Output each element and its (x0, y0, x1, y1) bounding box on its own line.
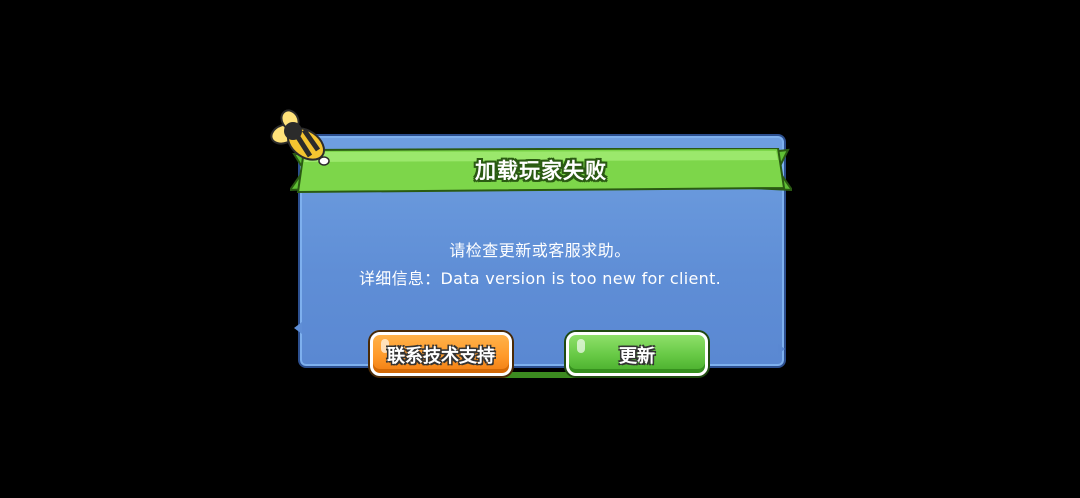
contact-support-label: 联系技术支持 (387, 346, 495, 367)
contact-support-button[interactable]: 联系技术支持 (370, 332, 512, 376)
title-ribbon: 加载玩家失败 (290, 148, 792, 194)
bee-icon (266, 106, 338, 170)
dialog-title: 加载玩家失败 (475, 159, 607, 183)
update-label: 更新 (619, 346, 655, 367)
message-text: 请检查更新或客服求助。 (449, 241, 631, 260)
panel-notch-right (778, 344, 785, 354)
button-gloss (577, 339, 585, 353)
game-screen: 加载玩家失败 请检查更新或客服求助。 详细信息：Data version is … (0, 0, 1080, 498)
detail-text: 详细信息：Data version is too new for client. (358, 269, 722, 288)
update-button[interactable]: 更新 (566, 332, 708, 376)
panel-notch-left (294, 322, 302, 334)
